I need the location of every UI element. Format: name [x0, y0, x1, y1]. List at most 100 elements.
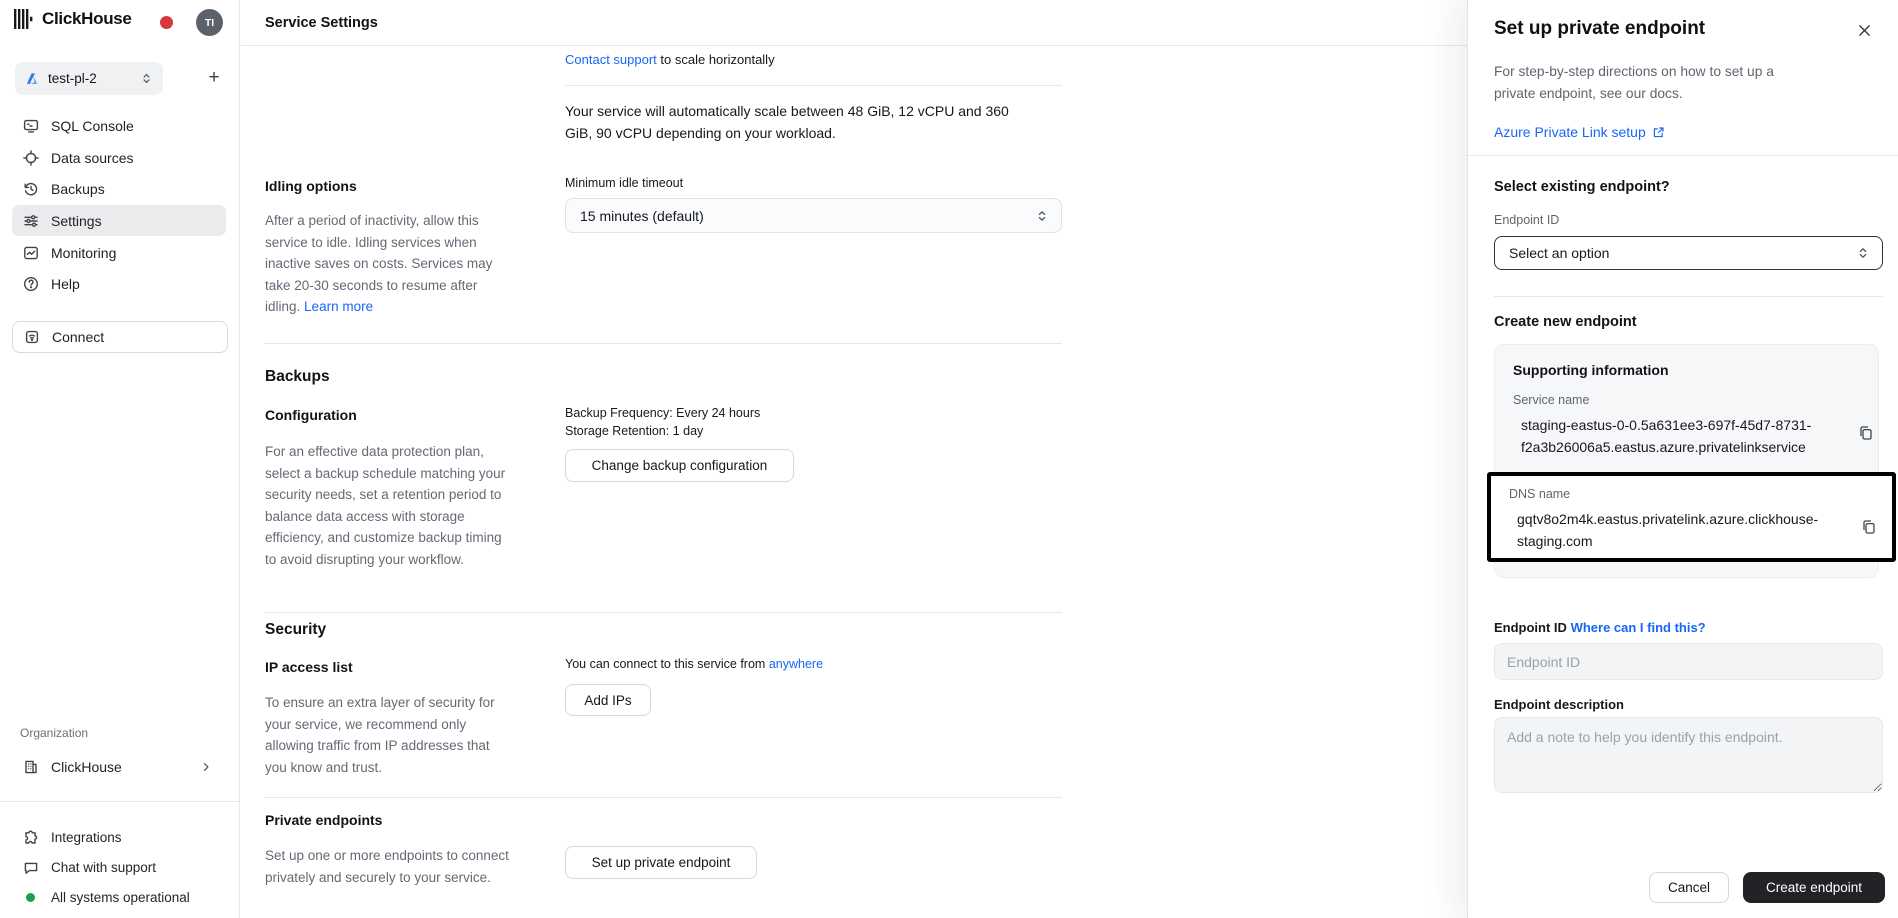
idling-description: After a period of inactivity, allow this…	[265, 213, 492, 321]
text-line: take 20-30 seconds to resume after	[265, 278, 492, 300]
avatar[interactable]: TI	[196, 9, 223, 36]
endpoint-id-input[interactable]	[1494, 643, 1883, 680]
configuration-description: For an effective data protection plan, s…	[265, 444, 505, 573]
text-line: select a backup schedule matching your	[265, 466, 505, 488]
idle-timeout-label: Minimum idle timeout	[565, 176, 683, 190]
private-endpoint-panel: Set up private endpoint For step-by-step…	[1467, 0, 1898, 918]
terminal-icon	[23, 118, 39, 134]
text-line: efficiency, and customize backup timing	[265, 530, 505, 552]
close-icon[interactable]	[1854, 20, 1874, 40]
endpoint-id-field-label: Endpoint ID Where can I find this?	[1494, 620, 1706, 635]
copy-dns-name-icon[interactable]	[1861, 519, 1877, 535]
text-line: For an effective data protection plan,	[265, 444, 505, 466]
autoscale-description: Your service will automatically scale be…	[565, 101, 1009, 144]
external-link-icon	[1652, 126, 1665, 139]
chart-icon	[23, 245, 39, 261]
puzzle-icon	[23, 830, 39, 846]
sidebar-item-system-status[interactable]: All systems operational	[12, 883, 226, 912]
add-service-button[interactable]: +	[202, 66, 226, 90]
idle-timeout-value: 15 minutes (default)	[580, 208, 1035, 224]
ip-access-list-title: IP access list	[265, 659, 353, 675]
text-line: allowing traffic from IP addresses that	[265, 738, 495, 760]
copy-service-name-icon[interactable]	[1858, 425, 1874, 441]
supporting-information-title: Supporting information	[1513, 362, 1669, 378]
sidebar-item-label: Settings	[51, 213, 102, 229]
sidebar: ClickHouse TI test-pl-2 + SQL Console	[0, 0, 240, 918]
set-up-private-endpoint-button[interactable]: Set up private endpoint	[565, 846, 757, 879]
divider	[1468, 155, 1898, 156]
text-line: Set up one or more endpoints to connect	[265, 848, 509, 870]
chevron-updown-icon	[1856, 246, 1870, 260]
text-fragment: Endpoint ID	[1494, 620, 1567, 635]
text-line: Your service will automatically scale be…	[565, 101, 1009, 123]
cancel-button[interactable]: Cancel	[1649, 872, 1729, 903]
connect-icon	[24, 329, 40, 345]
sidebar-item-sql-console[interactable]: SQL Console	[12, 110, 226, 141]
change-backup-configuration-button[interactable]: Change backup configuration	[565, 449, 794, 482]
organization-label: Organization	[20, 726, 88, 740]
sidebar-item-chat-support[interactable]: Chat with support	[12, 853, 226, 882]
create-new-endpoint-title: Create new endpoint	[1494, 314, 1637, 330]
backups-section-title: Backups	[265, 368, 330, 386]
sidebar-divider	[0, 801, 240, 802]
existing-endpoint-select[interactable]: Select an option	[1494, 236, 1883, 270]
text-line: you know and trust.	[265, 760, 495, 782]
sidebar-item-integrations[interactable]: Integrations	[12, 823, 226, 852]
text-line: GiB, 90 vCPU depending on your workload.	[565, 123, 1009, 145]
connect-from-text: You can connect to this service from any…	[565, 657, 823, 671]
create-endpoint-button[interactable]: Create endpoint	[1743, 872, 1885, 903]
dns-name-label: DNS name	[1509, 487, 1570, 501]
divider	[565, 85, 1062, 86]
page-title: Service Settings	[265, 15, 378, 31]
anywhere-link[interactable]: anywhere	[769, 657, 823, 671]
sidebar-item-label: Backups	[51, 181, 105, 197]
text-line: to avoid disrupting your workflow.	[265, 552, 505, 574]
sidebar-item-label: Data sources	[51, 150, 133, 166]
help-icon	[23, 276, 39, 292]
sliders-icon	[23, 213, 39, 229]
brand-name: ClickHouse	[42, 9, 132, 29]
text-fragment: idling.	[265, 299, 300, 314]
service-name: test-pl-2	[48, 71, 131, 86]
endpoint-id-label: Endpoint ID	[1494, 213, 1559, 227]
sidebar-item-monitoring[interactable]: Monitoring	[12, 237, 226, 268]
restore-clock-icon	[23, 181, 39, 197]
data-sources-icon	[23, 150, 39, 166]
recording-status-dot	[160, 16, 173, 29]
organization-switcher[interactable]: ClickHouse	[12, 751, 226, 782]
text-line: balance data access with storage	[265, 509, 505, 531]
storage-retention-value: Storage Retention: 1 day	[565, 424, 703, 438]
brand: ClickHouse	[14, 9, 132, 29]
sidebar-item-settings[interactable]: Settings	[12, 205, 226, 236]
text-line: For step-by-step directions on how to se…	[1494, 64, 1774, 86]
service-switcher[interactable]: test-pl-2	[15, 62, 163, 95]
learn-more-link[interactable]: Learn more	[304, 299, 373, 314]
where-can-i-find-this-link[interactable]: Where can I find this?	[1571, 620, 1706, 635]
text-line: After a period of inactivity, allow this	[265, 213, 492, 235]
sidebar-item-help[interactable]: Help	[12, 268, 226, 299]
ip-access-description: To ensure an extra layer of security for…	[265, 695, 495, 781]
add-ips-button[interactable]: Add IPs	[565, 684, 651, 716]
divider	[264, 612, 1062, 613]
chevron-right-icon	[200, 761, 212, 773]
connect-label: Connect	[52, 329, 104, 345]
security-section-title: Security	[265, 621, 326, 639]
service-name-value: staging-eastus-0-0.5a631ee3-697f-45d7-87…	[1521, 415, 1811, 458]
service-name-label: Service name	[1513, 393, 1589, 407]
configuration-title: Configuration	[265, 407, 357, 423]
sidebar-item-label: Help	[51, 276, 80, 292]
sidebar-item-backups[interactable]: Backups	[12, 173, 226, 204]
chevron-updown-icon	[140, 72, 153, 85]
sidebar-item-label: Monitoring	[51, 245, 116, 261]
contact-support-link[interactable]: Contact support	[565, 52, 657, 67]
sidebar-item-data-sources[interactable]: Data sources	[12, 142, 226, 173]
endpoint-description-textarea[interactable]	[1494, 717, 1883, 793]
system-status-label: All systems operational	[51, 890, 190, 905]
text-line: staging.com	[1517, 531, 1818, 553]
doc-link-row: Azure Private Link setup	[1494, 124, 1665, 140]
idle-timeout-select[interactable]: 15 minutes (default)	[565, 198, 1062, 233]
status-green-dot	[26, 893, 35, 902]
azure-private-link-setup-link[interactable]: Azure Private Link setup	[1494, 124, 1646, 140]
sidebar-item-label: SQL Console	[51, 118, 134, 134]
connect-button[interactable]: Connect	[12, 321, 228, 353]
